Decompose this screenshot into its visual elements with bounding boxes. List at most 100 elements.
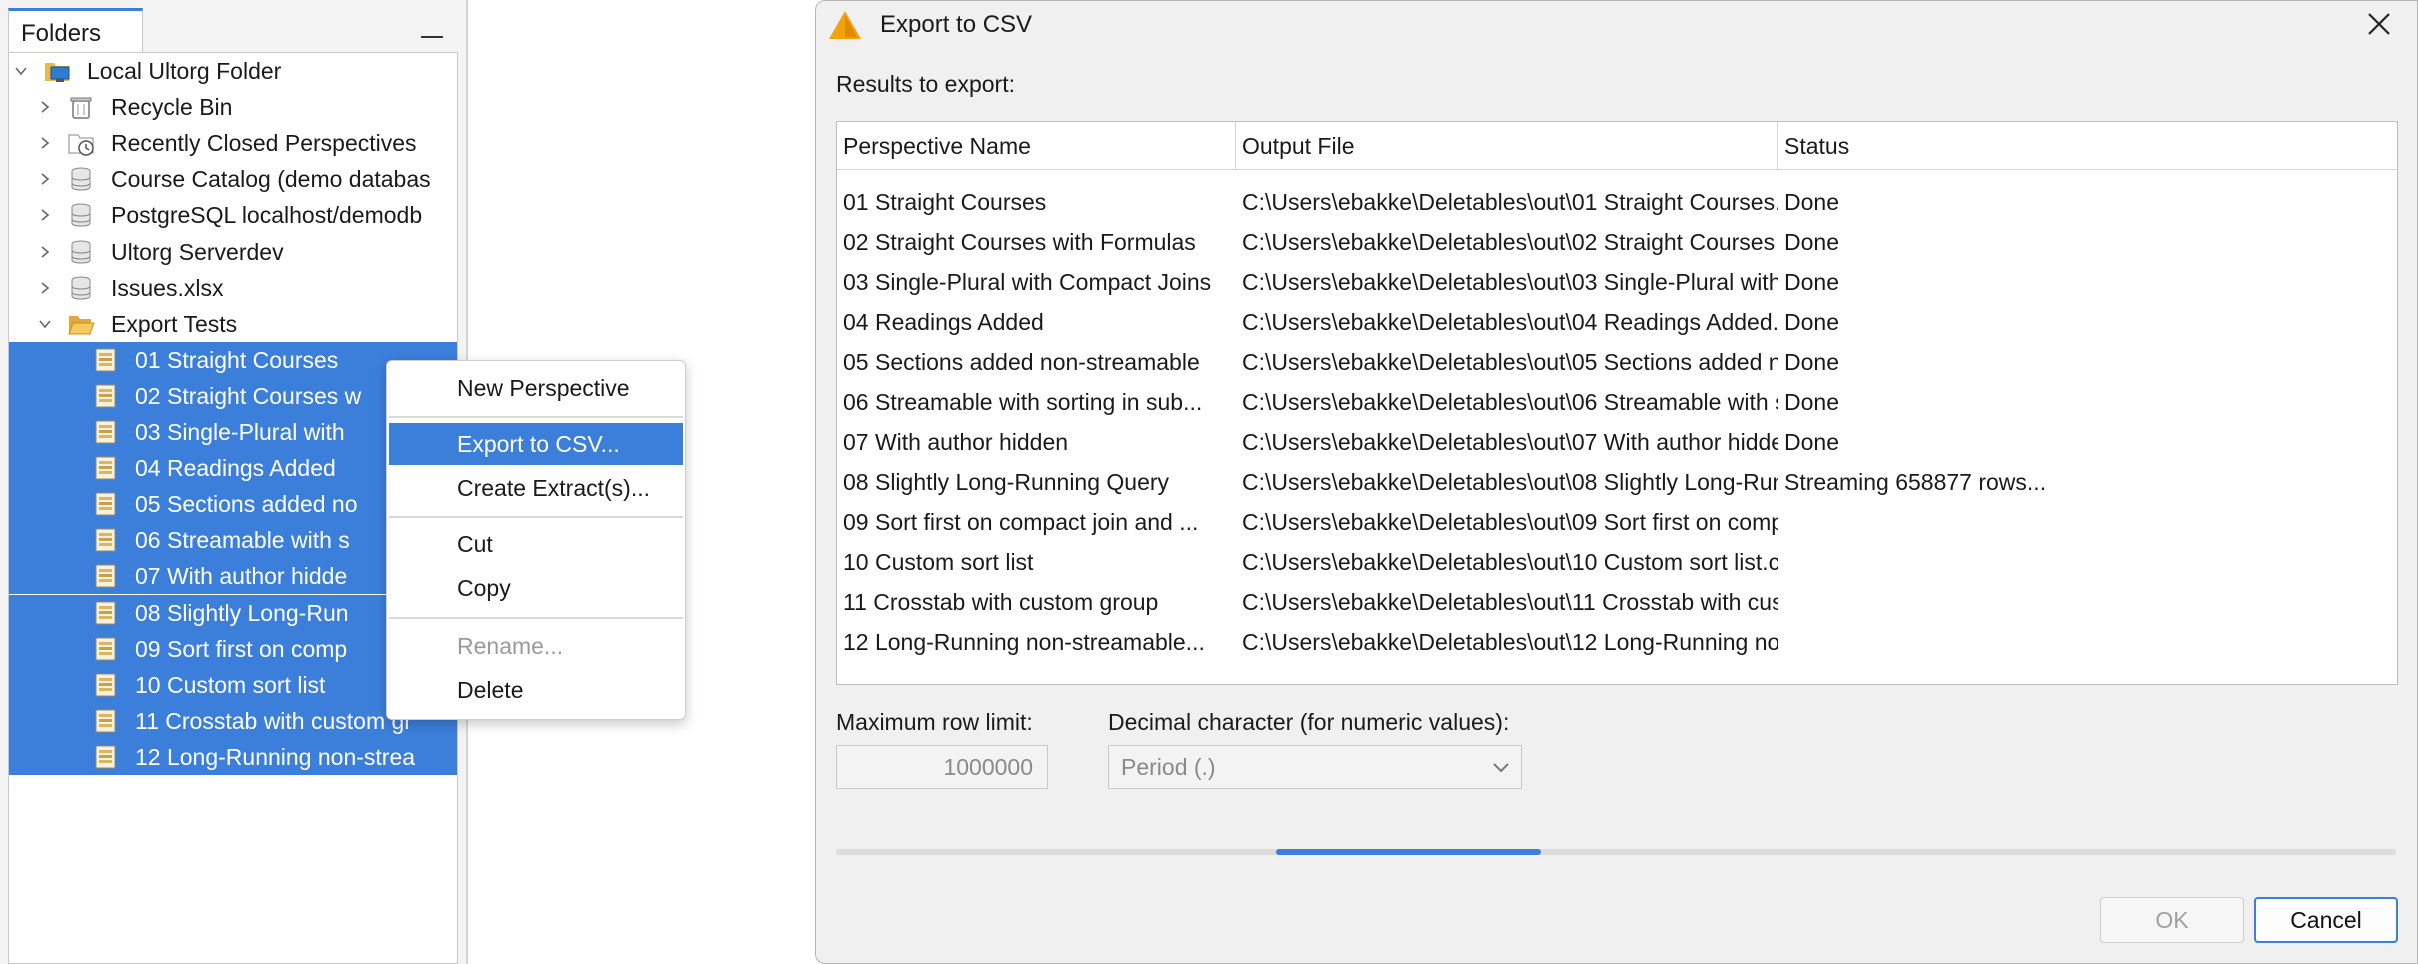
chevron-right-icon[interactable]: [33, 197, 57, 233]
chevron-right-icon[interactable]: [33, 89, 57, 125]
table-row[interactable]: 06 Streamable with sorting in sub... C:\U…: [837, 382, 2397, 422]
cell-output-file: C:\Users\ebakke\Deletables\out\05 Sectio…: [1242, 349, 1778, 375]
close-icon[interactable]: [2364, 9, 2394, 39]
chevron-down-icon: [1493, 763, 1509, 773]
column-header-status[interactable]: Status: [1778, 122, 2397, 170]
chevron-right-icon[interactable]: [33, 234, 57, 270]
perspective-icon: [91, 454, 119, 482]
cell-perspective-name: 07 With author hidden: [843, 429, 1069, 455]
cell-perspective-name: 11 Crosstab with custom group: [843, 589, 1159, 615]
clock-folder-icon: [67, 129, 95, 157]
menu-item-new-perspective[interactable]: New Perspective: [389, 367, 683, 409]
menu-item-create-extracts[interactable]: Create Extract(s)...: [389, 467, 683, 509]
menu-item-rename: Rename...: [457, 633, 564, 659]
column-header-perspective-name[interactable]: Perspective Name: [837, 122, 1236, 170]
database-icon: [67, 201, 95, 229]
cell-perspective-name: 01 Straight Courses: [843, 189, 1047, 215]
chevron-right-icon[interactable]: [33, 270, 57, 306]
perspective-icon: [91, 346, 119, 374]
perspective-icon: [91, 671, 119, 699]
minimize-icon[interactable]: [421, 36, 443, 38]
table-row[interactable]: 03 Single-Plural with Compact Joins C:\Us…: [837, 262, 2397, 302]
tree-item-label: 06 Streamable with s: [135, 527, 350, 554]
chevron-down-icon[interactable]: [9, 53, 33, 89]
tree-item-label: 12 Long-Running non-strea: [135, 743, 416, 770]
perspective-icon: [91, 526, 119, 554]
table-row[interactable]: 04 Readings Added C:\Users\ebakke\Deletab…: [837, 302, 2397, 342]
tree-item[interactable]: Ultorg Serverdev: [9, 234, 457, 270]
tree-item[interactable]: Local Ultorg Folder: [9, 53, 457, 89]
column-header-output-file[interactable]: Output File: [1236, 122, 1778, 170]
tree-item-label: 08 Slightly Long-Run: [135, 599, 349, 626]
table-row[interactable]: 11 Crosstab with custom group C:\Users\eb…: [837, 582, 2397, 622]
results-table[interactable]: Perspective Name Output File Status 01 S…: [836, 121, 2398, 685]
cell-output-file: C:\Users\ebakke\Deletables\out\08 Slight…: [1242, 469, 1778, 495]
cell-status: Done: [1784, 229, 1839, 255]
cell-status: Done: [1784, 269, 1839, 295]
cancel-button[interactable]: Cancel: [2254, 897, 2398, 943]
tree-item-label: 09 Sort first on comp: [135, 635, 348, 662]
export-csv-dialog: Export to CSV Results to export: Perspec…: [815, 0, 2418, 964]
cell-status: [1778, 502, 2397, 542]
chevron-down-icon[interactable]: [33, 306, 57, 342]
chevron-right-icon[interactable]: [33, 161, 57, 197]
table-row[interactable]: 02 Straight Courses with Formulas C:\User…: [837, 222, 2397, 262]
context-menu: New Perspective Export to CSV... Create …: [386, 360, 686, 720]
max-row-limit-label: Maximum row limit:: [836, 709, 1033, 735]
perspective-icon: [91, 382, 119, 410]
tree-item[interactable]: Export Tests: [9, 306, 457, 342]
cell-output-file: C:\Users\ebakke\Deletables\out\02 Straig…: [1242, 229, 1778, 255]
tree-item-label: 03 Single-Plural with: [135, 419, 345, 445]
tree-item[interactable]: 12 Long-Running non-strea: [9, 738, 457, 775]
perspective-icon: [91, 562, 119, 590]
tree-item[interactable]: Course Catalog (demo databas: [9, 161, 457, 197]
tree-item-label: 10 Custom sort list: [135, 671, 326, 698]
tree-item-label: Recently Closed Perspectives: [111, 130, 417, 157]
tree-item-label: Ultorg Serverdev: [111, 238, 284, 265]
tree-item-label: 11 Crosstab with custom gr: [135, 707, 412, 734]
menu-separator: [389, 416, 683, 418]
cell-status: Done: [1784, 349, 1839, 375]
cell-status: [1778, 582, 2397, 622]
cell-perspective-name: 04 Readings Added: [843, 309, 1044, 335]
tree-item-label: 02 Straight Courses w: [135, 382, 362, 409]
table-row[interactable]: 09 Sort first on compact join and ... C:\…: [837, 502, 2397, 542]
tree-item[interactable]: PostgreSQL localhost/demodb: [9, 197, 457, 233]
perspective-icon: [91, 599, 119, 627]
open-folder-icon: [67, 310, 95, 338]
results-label: Results to export:: [836, 71, 1015, 97]
menu-item-cut[interactable]: Cut: [389, 523, 683, 565]
tree-item[interactable]: Recycle Bin: [9, 89, 457, 125]
menu-item-copy[interactable]: Copy: [389, 567, 683, 609]
table-row[interactable]: 07 With author hidden C:\Users\ebakke\Del…: [837, 422, 2397, 462]
tree-item-label: Course Catalog (demo databas: [111, 166, 431, 193]
tree-item-label: Local Ultorg Folder: [87, 58, 282, 84]
folders-tab[interactable]: Folders: [8, 8, 143, 52]
database-icon: [67, 238, 95, 266]
tree-item-label: Export Tests: [111, 310, 238, 337]
menu-item-delete[interactable]: Delete: [389, 669, 683, 711]
tree-item[interactable]: Issues.xlsx: [9, 270, 457, 306]
cell-status: Done: [1784, 309, 1839, 335]
cell-perspective-name: 12 Long-Running non-streamable...: [843, 629, 1205, 655]
table-row[interactable]: 01 Straight Courses C:\Users\ebakke\Delet…: [837, 182, 2397, 222]
database-icon: [67, 165, 95, 193]
cell-status: Done: [1784, 429, 1839, 455]
chevron-right-icon[interactable]: [33, 125, 57, 161]
dialog-title: Export to CSV: [880, 11, 1033, 38]
decimal-character-select: Period (.): [1108, 745, 1522, 789]
table-row[interactable]: 12 Long-Running non-streamable... C:\User…: [837, 622, 2397, 662]
tree-item[interactable]: Recently Closed Perspectives: [9, 125, 457, 161]
menu-separator: [389, 516, 683, 518]
decimal-character-value: Period (.): [1121, 754, 1216, 780]
recycle-bin-icon: [67, 93, 95, 121]
cell-status: [1778, 542, 2397, 582]
menu-item-export-csv[interactable]: Export to CSV...: [389, 423, 683, 465]
table-row[interactable]: 05 Sections added non-streamable C:\Users…: [837, 342, 2397, 382]
tree-item-label: 07 With author hidde: [135, 563, 348, 590]
perspective-icon: [91, 635, 119, 663]
decimal-character-label: Decimal character (for numeric values):: [1108, 709, 1510, 735]
table-row[interactable]: 10 Custom sort list C:\Users\ebakke\Delet…: [837, 542, 2397, 582]
tree-item-label: 04 Readings Added: [135, 455, 336, 482]
table-row[interactable]: 08 Slightly Long-Running Query C:\Users\e…: [837, 462, 2397, 502]
